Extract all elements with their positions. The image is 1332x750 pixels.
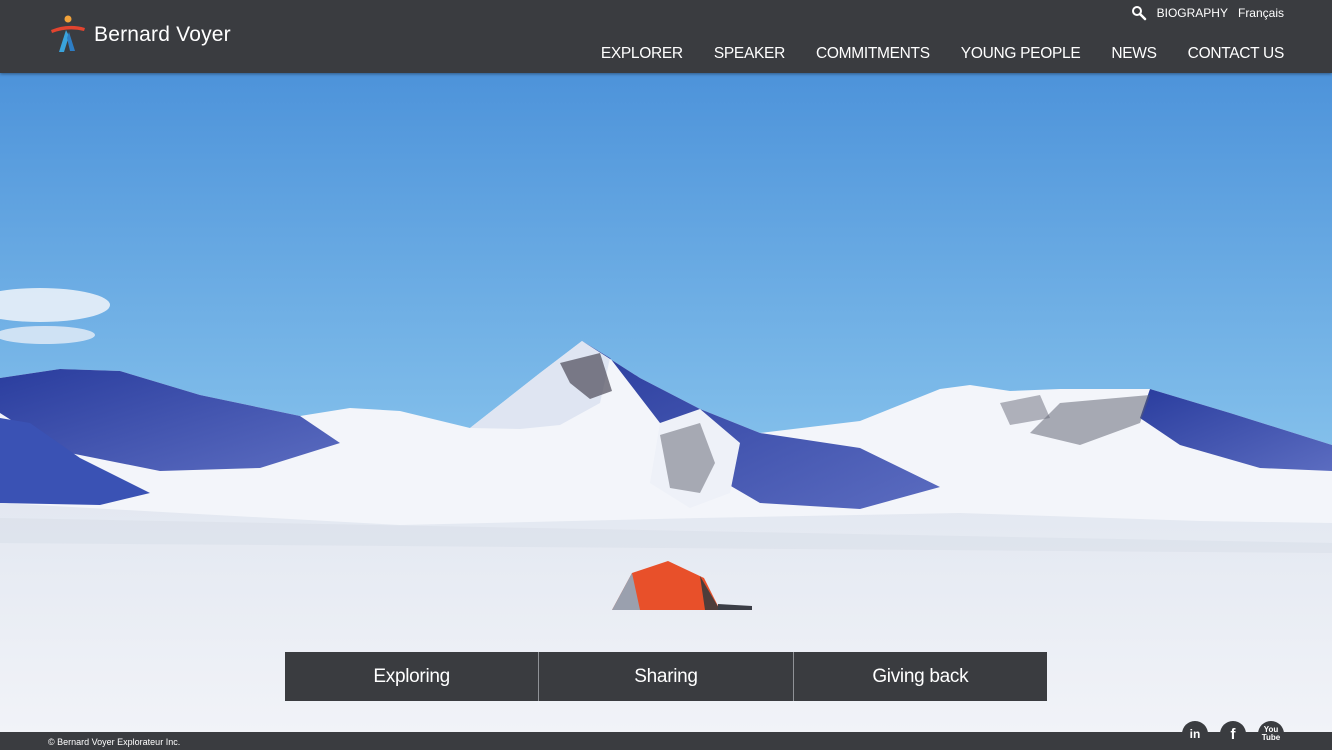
language-toggle[interactable]: Français <box>1238 6 1284 20</box>
nav-commitments[interactable]: COMMITMENTS <box>816 45 930 63</box>
mountain-landscape <box>0 73 1332 732</box>
brand-logo[interactable]: Bernard Voyer <box>48 14 231 56</box>
utility-bar: BIOGRAPHY Français <box>1131 5 1284 21</box>
search-icon[interactable] <box>1131 5 1147 21</box>
nav-explorer[interactable]: EXPLORER <box>601 45 683 63</box>
nav-speaker[interactable]: SPEAKER <box>714 45 785 63</box>
tab-giving-back[interactable]: Giving back <box>792 652 1047 701</box>
nav-news[interactable]: NEWS <box>1111 45 1157 63</box>
linkedin-icon[interactable]: in <box>1182 721 1208 747</box>
facebook-icon[interactable]: f <box>1220 721 1246 747</box>
youtube-icon[interactable]: You Tube <box>1258 721 1284 747</box>
nav-young-people[interactable]: YOUNG PEOPLE <box>961 45 1081 63</box>
tab-sharing[interactable]: Sharing <box>538 652 793 701</box>
nav-contact-us[interactable]: CONTACT US <box>1188 45 1285 63</box>
explorer-figure-icon <box>51 15 85 52</box>
biography-link[interactable]: BIOGRAPHY <box>1157 6 1228 20</box>
site-footer: © Bernard Voyer Explorateur Inc. <box>0 732 1332 750</box>
copyright-text: © Bernard Voyer Explorateur Inc. <box>48 737 181 747</box>
hero-image: Exploring Sharing Giving back <box>0 73 1332 732</box>
hero-tabs: Exploring Sharing Giving back <box>285 652 1047 701</box>
tab-exploring[interactable]: Exploring <box>285 652 539 701</box>
social-links: in f You Tube <box>1182 721 1284 747</box>
brand-name: Bernard Voyer <box>94 23 231 46</box>
main-nav: EXPLORER SPEAKER COMMITMENTS YOUNG PEOPL… <box>601 45 1284 63</box>
site-header: Bernard Voyer BIOGRAPHY Français EXPLORE… <box>0 0 1332 73</box>
